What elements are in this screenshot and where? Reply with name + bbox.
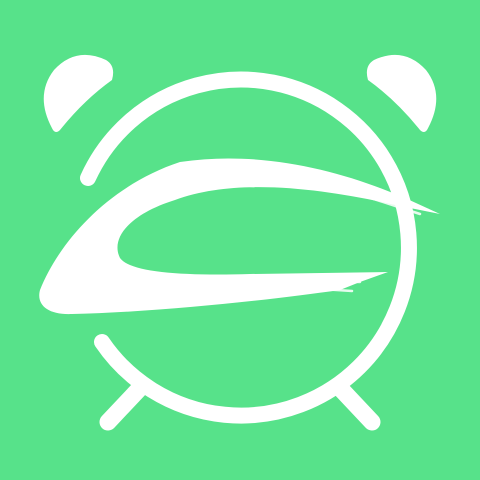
app-icon-canvas [0, 0, 480, 480]
alarm-clock-icon [0, 0, 480, 480]
